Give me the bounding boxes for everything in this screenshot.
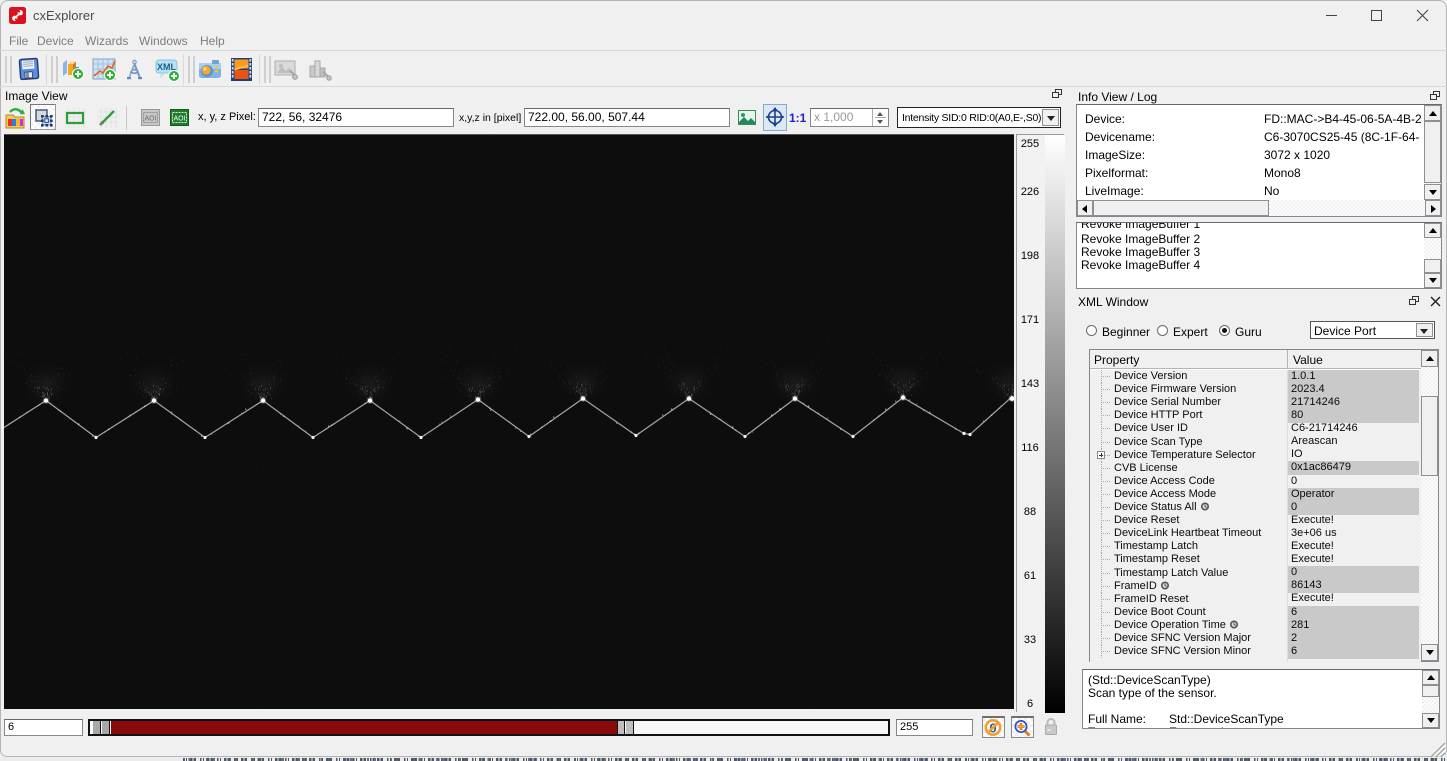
svg-text:AOI: AOI	[144, 116, 156, 123]
svg-text:AOI: AOI	[173, 116, 185, 123]
